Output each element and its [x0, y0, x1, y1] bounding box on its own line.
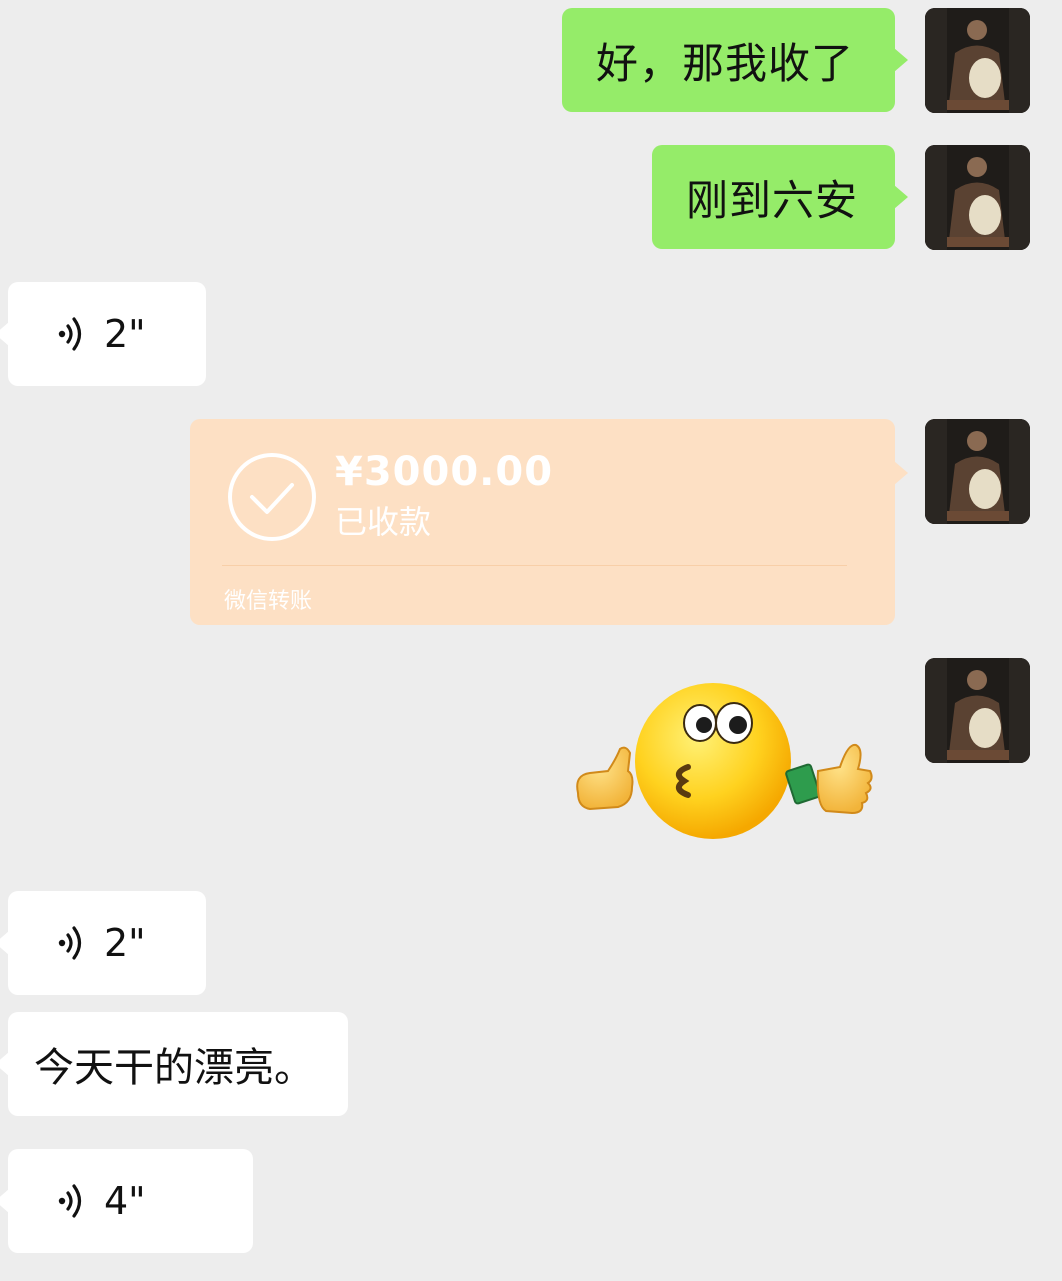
- transfer-amount: ¥3000.00: [335, 449, 554, 495]
- transfer-card[interactable]: ¥3000.00 已收款 微信转账: [190, 419, 908, 625]
- voice-duration: 2": [104, 921, 146, 965]
- transfer-footer: 微信转账: [224, 589, 313, 614]
- voice-wave-icon: [58, 926, 82, 960]
- avatar-photo-icon: [925, 145, 1030, 250]
- sticker-message[interactable]: [568, 675, 878, 845]
- transfer-status: 已收款: [335, 503, 432, 541]
- kiss-thumbs-up-emoji-icon: [576, 683, 873, 839]
- avatar-photo-icon: [925, 8, 1030, 113]
- avatar[interactable]: [925, 8, 1030, 113]
- message-text: 好，那我收了: [596, 38, 855, 88]
- check-circle-icon: [228, 453, 316, 541]
- voice-message-bubble[interactable]: 2": [0, 282, 206, 386]
- message-text: 刚到六安: [686, 175, 859, 225]
- voice-duration: 4": [104, 1179, 146, 1223]
- received-message-bubble[interactable]: 今天干的漂亮。: [0, 1012, 348, 1116]
- sent-message-bubble[interactable]: 好，那我收了: [562, 8, 908, 112]
- avatar[interactable]: [925, 145, 1030, 250]
- voice-wave-icon: [58, 317, 82, 351]
- transfer-divider: [222, 565, 847, 566]
- avatar[interactable]: [925, 658, 1030, 763]
- message-text: 今天干的漂亮。: [34, 1045, 314, 1091]
- voice-wave-icon: [58, 1184, 82, 1218]
- voice-duration: 2": [104, 312, 146, 356]
- voice-message-bubble[interactable]: 2": [0, 891, 206, 995]
- voice-message-bubble[interactable]: 4": [0, 1149, 253, 1253]
- avatar-photo-icon: [925, 658, 1030, 763]
- avatar[interactable]: [925, 419, 1030, 524]
- avatar-photo-icon: [925, 419, 1030, 524]
- sent-message-bubble[interactable]: 刚到六安: [652, 145, 908, 249]
